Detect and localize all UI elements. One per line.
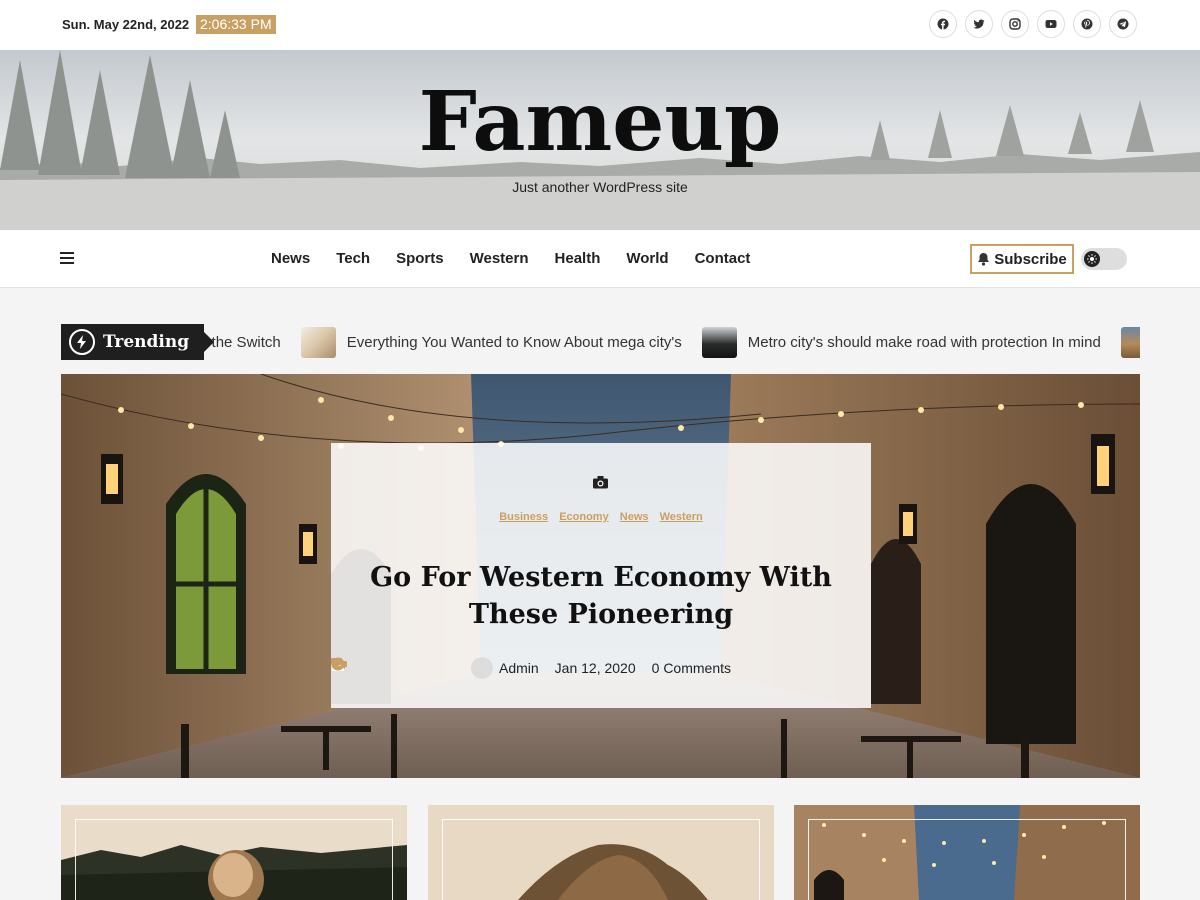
avatar bbox=[332, 657, 493, 679]
category-link[interactable]: Western bbox=[660, 511, 703, 523]
nav-item-health[interactable]: Health bbox=[555, 250, 601, 267]
youtube-icon[interactable] bbox=[1037, 10, 1065, 38]
ticker-thumbnail bbox=[1120, 326, 1140, 358]
twitter-icon[interactable] bbox=[965, 10, 993, 38]
current-time: 2:06:33 PM bbox=[196, 15, 276, 34]
post-comments[interactable]: 0 Comments bbox=[652, 660, 731, 676]
post-author[interactable]: Admin bbox=[499, 660, 539, 676]
camera-icon bbox=[593, 476, 608, 489]
nav-item-world[interactable]: World bbox=[626, 250, 668, 267]
card-frame bbox=[808, 819, 1126, 900]
facebook-icon[interactable] bbox=[929, 10, 957, 38]
post-categories: Business Economy News Western bbox=[331, 511, 871, 523]
card-frame bbox=[75, 819, 393, 900]
trending-label-text: Trending bbox=[103, 332, 190, 352]
nav-item-contact[interactable]: Contact bbox=[695, 250, 751, 267]
nav-item-sports[interactable]: Sports bbox=[396, 250, 444, 267]
post-date[interactable]: Jan 12, 2020 bbox=[555, 660, 636, 676]
post-card[interactable] bbox=[428, 805, 774, 900]
ticker-track: n't the Switch Everything You Wanted to … bbox=[192, 324, 1140, 360]
comments-icon bbox=[331, 658, 347, 669]
ticker-item[interactable]: Metro city's should make road with prote… bbox=[701, 326, 1101, 358]
nav-item-news[interactable]: News bbox=[271, 250, 310, 267]
nav-item-tech[interactable]: Tech bbox=[336, 250, 370, 267]
ticker-item-title: Metro city's should make road with prote… bbox=[747, 333, 1101, 351]
ticker-item[interactable] bbox=[1120, 326, 1140, 358]
menu-hamburger-icon[interactable] bbox=[60, 252, 74, 264]
featured-post-card: Business Economy News Western Go For Wes… bbox=[331, 443, 871, 708]
trending-label: Trending bbox=[61, 324, 214, 360]
ticker-item-title: Everything You Wanted to Know About mega… bbox=[346, 333, 682, 351]
instagram-icon[interactable] bbox=[1001, 10, 1029, 38]
site-title[interactable]: Fameup bbox=[0, 74, 1200, 170]
current-date: Sun. May 22nd, 2022 bbox=[62, 17, 190, 32]
site-header: Fameup Just another WordPress site bbox=[0, 50, 1200, 230]
nav-item-western[interactable]: Western bbox=[470, 250, 529, 267]
subscribe-label: Subscribe bbox=[994, 250, 1067, 268]
nav-menu: News Tech Sports Western Health World Co… bbox=[258, 250, 763, 267]
site-tagline: Just another WordPress site bbox=[512, 179, 688, 195]
main-navigation: News Tech Sports Western Health World Co… bbox=[0, 230, 1200, 288]
post-card[interactable] bbox=[61, 805, 407, 900]
top-bar: Sun. May 22nd, 2022 2:06:33 PM bbox=[0, 0, 1200, 50]
pinterest-icon[interactable] bbox=[1073, 10, 1101, 38]
post-card[interactable] bbox=[794, 805, 1140, 900]
category-link[interactable]: News bbox=[620, 511, 649, 523]
lightning-icon bbox=[69, 329, 95, 355]
category-link[interactable]: Business bbox=[499, 511, 548, 523]
dark-mode-toggle[interactable] bbox=[1081, 248, 1127, 270]
subscribe-button[interactable]: Subscribe bbox=[970, 244, 1074, 274]
post-title[interactable]: Go For Western Economy With These Pionee… bbox=[351, 559, 851, 633]
ticker-thumbnail bbox=[701, 326, 737, 358]
featured-post[interactable]: Business Economy News Western Go For Wes… bbox=[61, 374, 1140, 778]
post-meta: Admin Jan 12, 2020 0 Comments bbox=[331, 657, 871, 679]
telegram-icon[interactable] bbox=[1109, 10, 1137, 38]
bell-icon bbox=[978, 253, 990, 266]
ticker-thumbnail bbox=[300, 326, 336, 358]
card-frame bbox=[442, 819, 760, 900]
social-links bbox=[929, 10, 1137, 38]
trending-ticker: Trending n't the Switch Everything You W… bbox=[61, 324, 1140, 360]
ticker-item[interactable]: Everything You Wanted to Know About mega… bbox=[300, 326, 682, 358]
sun-icon bbox=[1084, 251, 1100, 267]
category-link[interactable]: Economy bbox=[559, 511, 609, 523]
